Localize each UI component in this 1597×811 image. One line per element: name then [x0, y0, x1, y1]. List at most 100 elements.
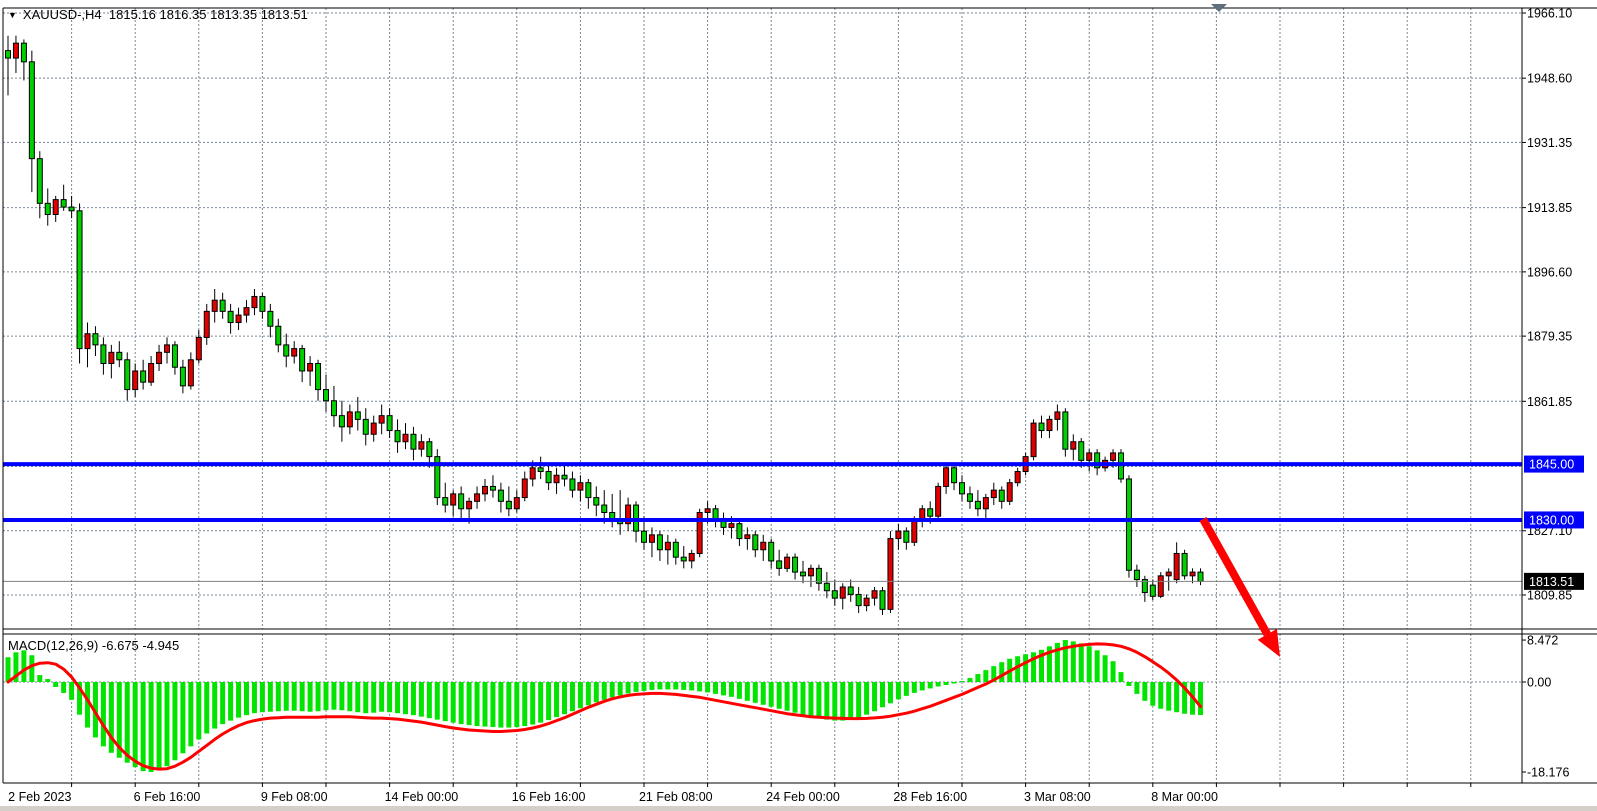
candle-body — [395, 431, 400, 442]
macd-histogram-bar — [1119, 672, 1124, 682]
macd-histogram-bar — [618, 682, 623, 695]
macd-histogram-bar — [490, 682, 495, 727]
macd-histogram-bar — [244, 682, 249, 715]
macd-histogram-bar — [427, 682, 432, 718]
candle-body — [1198, 572, 1203, 581]
candle-body — [475, 494, 480, 501]
candle-body — [1063, 412, 1068, 449]
time-tick-label[interactable]: 6 Feb 16:00 — [134, 790, 201, 804]
price-tick-label[interactable]: 1809.85 — [1527, 589, 1572, 603]
time-tick-label[interactable]: 16 Feb 16:00 — [512, 790, 586, 804]
candle-body — [212, 300, 217, 311]
macd-histogram-bar — [546, 682, 551, 720]
macd-histogram-bar — [141, 682, 146, 771]
chart-canvas[interactable]: 1966.10 1948.60 1931.35 1913.85 1896.60 1879.… — [0, 0, 1597, 811]
macd-histogram-bar — [975, 674, 980, 682]
price-tick-label[interactable]: 1966.10 — [1527, 7, 1572, 21]
time-tick-label[interactable]: 8 Mar 00:00 — [1151, 790, 1218, 804]
symbol-dropdown-icon[interactable]: ▼ — [8, 10, 17, 20]
time-tick-label[interactable]: 9 Feb 08:00 — [261, 790, 328, 804]
macd-histogram-bar — [284, 682, 289, 711]
macd-histogram-bar — [1095, 650, 1100, 682]
candle-body — [276, 326, 281, 345]
candle-body — [355, 412, 360, 419]
candle-body — [220, 300, 225, 311]
macd-histogram-bar — [673, 682, 678, 689]
macd-histogram-bar — [204, 682, 209, 733]
time-tick-label[interactable]: 3 Mar 08:00 — [1024, 790, 1091, 804]
macd-histogram-bar — [562, 682, 567, 714]
macd-histogram-bar — [824, 682, 829, 720]
candle-body — [808, 568, 813, 575]
candle-body — [141, 371, 146, 382]
macd-histogram-bar — [681, 682, 686, 690]
macd-axis-label[interactable]: 0.00 — [1527, 676, 1551, 690]
candle-body — [498, 490, 503, 501]
macd-histogram-bar — [570, 682, 575, 711]
time-tick-label[interactable]: 28 Feb 16:00 — [893, 790, 967, 804]
macd-histogram-bar — [475, 682, 480, 726]
candle-body — [578, 483, 583, 490]
candle-body — [29, 62, 34, 159]
candle-body — [300, 349, 305, 371]
macd-histogram-bar — [610, 682, 615, 697]
price-tick-label[interactable]: 1896.60 — [1527, 265, 1572, 279]
macd-histogram-bar — [753, 682, 758, 703]
candle-body — [371, 423, 376, 434]
last-price-tag-label: 1813.51 — [1529, 575, 1574, 589]
candle-body — [872, 591, 877, 598]
macd-histogram-bar — [61, 682, 66, 693]
candle-body — [1079, 442, 1084, 461]
candle-body — [443, 498, 448, 505]
candle-body — [777, 561, 782, 568]
candle-body — [172, 345, 177, 367]
candle-body — [45, 203, 50, 214]
price-tick-label[interactable]: 1913.85 — [1527, 201, 1572, 215]
macd-histogram-bar — [538, 682, 543, 723]
candle-body — [149, 364, 154, 383]
chart-title: ▼ XAUUSD-,H4 1815.16 1816.35 1813.35 1813… — [8, 7, 308, 22]
candle-body — [196, 337, 201, 359]
time-tick-label[interactable]: 21 Feb 08:00 — [639, 790, 713, 804]
macd-histogram-bar — [936, 682, 941, 686]
candle-body — [419, 442, 424, 449]
macd-histogram-bar — [1126, 682, 1131, 686]
time-tick-label[interactable]: 14 Feb 00:00 — [385, 790, 459, 804]
price-tick-label[interactable]: 1879.35 — [1527, 330, 1572, 344]
macd-histogram-bar — [816, 682, 821, 718]
candle-body — [856, 594, 861, 605]
candle-body — [467, 501, 472, 508]
macd-histogram-bar — [268, 682, 273, 712]
macd-histogram-bar — [196, 682, 201, 739]
time-tick-label[interactable]: 24 Feb 00:00 — [766, 790, 840, 804]
macd-histogram-bar — [514, 682, 519, 727]
macd-axis-label[interactable]: 8.472 — [1527, 634, 1558, 648]
chart-title-text: XAUUSD-,H4 1815.16 1816.35 1813.35 1813.… — [23, 7, 308, 22]
macd-axis-label[interactable]: -18.176 — [1527, 766, 1569, 780]
candle-body — [85, 334, 90, 349]
candle-body — [292, 349, 297, 356]
macd-histogram-bar — [944, 682, 949, 685]
macd-histogram-bar — [411, 682, 416, 715]
candle-body — [546, 472, 551, 483]
candle-body — [379, 416, 384, 423]
price-tick-label[interactable]: 1948.60 — [1527, 72, 1572, 86]
macd-histogram-bar — [586, 682, 591, 705]
candle-body — [1150, 585, 1155, 596]
candle-body — [53, 200, 58, 215]
candle-body — [339, 416, 344, 427]
macd-histogram-bar — [220, 682, 225, 724]
candle-body — [975, 501, 980, 508]
candle-body — [936, 486, 941, 516]
candle-body — [824, 583, 829, 590]
macd-histogram-bar — [689, 682, 694, 690]
macd-histogram-bar — [642, 682, 647, 691]
price-tick-label[interactable]: 1931.35 — [1527, 136, 1572, 150]
price-tick-label[interactable]: 1861.85 — [1527, 395, 1572, 409]
macd-histogram-bar — [856, 682, 861, 718]
candle-body — [673, 542, 678, 557]
macd-histogram-bar — [761, 682, 766, 705]
time-tick-label[interactable]: 2 Feb 2023 — [8, 790, 71, 804]
candle-body — [538, 468, 543, 472]
candle-body — [308, 364, 313, 371]
